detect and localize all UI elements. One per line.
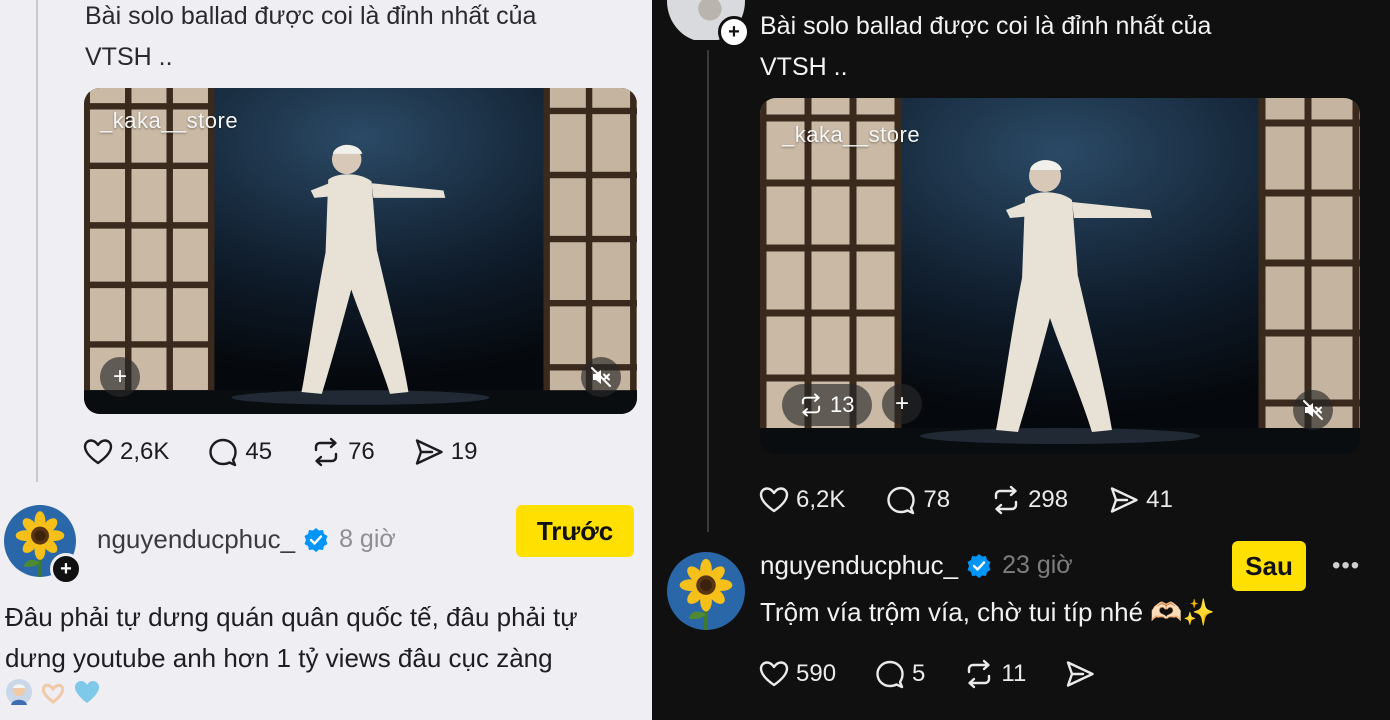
post-video[interactable]: _kaka__store + — [84, 88, 637, 414]
post-text: Bài solo ballad được coi là đỉnh nhất củ… — [760, 6, 1211, 88]
plus-icon: + — [60, 557, 72, 580]
share-count: 41 — [1146, 486, 1173, 513]
repost-count: 76 — [348, 438, 375, 465]
timestamp: 8 giờ — [339, 525, 396, 553]
video-repost-button[interactable]: 13 — [782, 384, 873, 426]
like-button[interactable]: 590 — [758, 658, 836, 690]
comment-count: 78 — [923, 486, 951, 513]
comment-text: Trộm vía trộm vía, chờ tui típ nhé 🫶🏻✨ — [760, 597, 1216, 627]
heart-hands-emoji-icon — [39, 678, 67, 706]
repost-icon — [310, 436, 342, 468]
mute-button[interactable] — [581, 357, 621, 397]
ellipsis-icon: ••• — [1332, 552, 1361, 579]
comment-count: 5 — [912, 660, 926, 687]
comment-button[interactable]: 78 — [885, 484, 950, 516]
like-button[interactable]: 6,2K — [758, 484, 845, 516]
verified-badge-icon — [966, 553, 992, 579]
comment-count: 45 — [245, 438, 273, 465]
like-button[interactable]: 2,6K — [82, 436, 169, 468]
thread-line — [36, 0, 38, 482]
post-video[interactable]: _kaka__store 13 + — [760, 98, 1360, 454]
after-label: Sau — [1232, 541, 1306, 591]
more-options-button[interactable]: ••• — [1332, 552, 1360, 580]
comment-button[interactable]: 5 — [874, 658, 925, 690]
post-action-bar: 2,6K 45 76 19 — [82, 436, 515, 468]
avatar[interactable] — [667, 552, 745, 630]
sunflower-avatar-image — [667, 552, 745, 630]
repost-button[interactable]: 76 — [310, 436, 375, 468]
repost-button[interactable]: 11 — [963, 658, 1026, 690]
before-screenshot-panel: Bài solo ballad được coi là đỉnh nhất củ… — [0, 0, 652, 720]
video-watermark: _kaka__store — [100, 108, 239, 133]
send-icon — [1108, 484, 1140, 516]
plus-icon: + — [112, 363, 127, 390]
video-watermark: _kaka__store — [782, 122, 921, 147]
blue-heart-emoji-icon — [73, 678, 101, 706]
post-action-bar: 6,2K 78 298 41 — [758, 484, 1213, 516]
comment-header: nguyenducphuc_ 23 giờ — [760, 550, 1073, 581]
add-button[interactable]: + — [100, 357, 140, 397]
comment-icon — [874, 658, 906, 690]
username[interactable]: nguyenducphuc_ — [97, 524, 295, 555]
username[interactable]: nguyenducphuc_ — [760, 550, 958, 581]
verified-badge-icon — [303, 527, 329, 553]
before-label: Trước — [516, 505, 634, 557]
send-icon — [1064, 658, 1096, 690]
post-text-line: VTSH .. — [760, 53, 848, 81]
repost-icon — [990, 484, 1022, 516]
emoji-row — [5, 678, 101, 706]
comment-text: Đâu phải tự dưng quán quân quốc tế, đâu … — [5, 597, 645, 679]
share-button[interactable]: 41 — [1108, 484, 1173, 516]
share-button[interactable] — [1064, 658, 1096, 690]
thread-line — [707, 50, 709, 532]
mute-button[interactable] — [1293, 390, 1333, 430]
muted-speaker-icon — [589, 365, 613, 389]
repost-icon — [798, 392, 824, 418]
post-text-line: Bài solo ballad được coi là đỉnh nhất củ… — [760, 12, 1212, 40]
comment-button[interactable]: 45 — [207, 436, 272, 468]
timestamp: 23 giờ — [1002, 551, 1073, 579]
like-count: 6,2K — [796, 486, 846, 513]
like-count: 2,6K — [120, 438, 170, 465]
video-repost-count: 13 — [830, 392, 855, 417]
video-frame — [84, 88, 637, 414]
heart-icon — [758, 484, 790, 516]
plus-icon: + — [894, 390, 909, 417]
comment-action-bar: 590 5 11 — [758, 658, 1134, 690]
comment-text-line: Đâu phải tự dưng quán quân quốc tế, đâu … — [5, 602, 578, 632]
repost-count: 298 — [1028, 486, 1069, 513]
comment-icon — [885, 484, 917, 516]
share-button[interactable]: 19 — [413, 436, 478, 468]
heart-icon — [758, 658, 790, 690]
post-text: Bài solo ballad được coi là đỉnh nhất củ… — [85, 0, 536, 78]
repost-icon — [963, 658, 995, 690]
after-screenshot-panel: + Bài solo ballad được coi là đỉnh nhất … — [652, 0, 1390, 720]
add-button[interactable]: + — [882, 384, 922, 424]
post-text-line: VTSH .. — [85, 43, 173, 71]
plus-icon: + — [728, 20, 740, 43]
repost-count: 11 — [1001, 660, 1027, 687]
heart-icon — [82, 436, 114, 468]
comment-text-line: dưng youtube anh hơn 1 tỷ views đâu cục … — [5, 643, 553, 673]
like-count: 590 — [796, 660, 837, 687]
muted-speaker-icon — [1301, 398, 1325, 422]
repost-button[interactable]: 298 — [990, 484, 1068, 516]
comment-icon — [207, 436, 239, 468]
follow-button[interactable]: + — [50, 553, 82, 585]
share-count: 19 — [450, 438, 478, 465]
follow-button[interactable]: + — [718, 16, 750, 48]
send-icon — [413, 436, 445, 468]
comment-header: nguyenducphuc_ 8 giờ — [97, 524, 396, 555]
person-emoji-icon — [5, 678, 33, 706]
post-text-line: Bài solo ballad được coi là đỉnh nhất củ… — [85, 2, 537, 30]
